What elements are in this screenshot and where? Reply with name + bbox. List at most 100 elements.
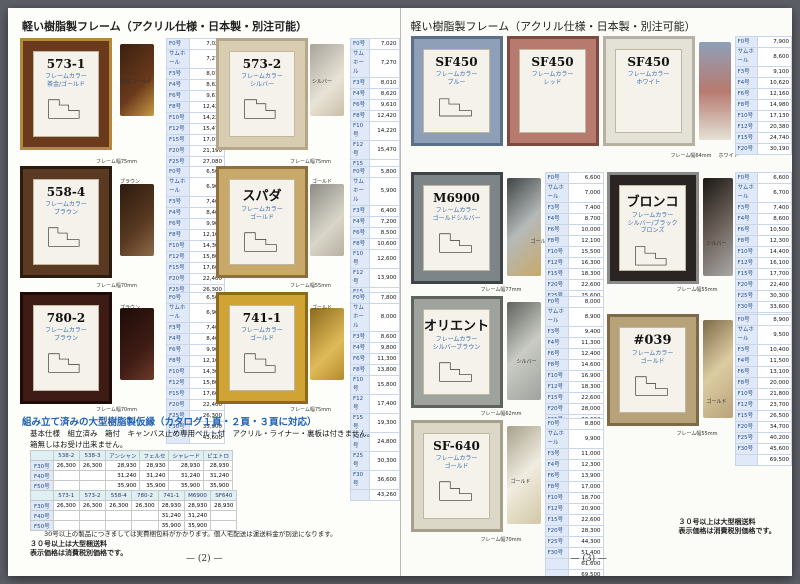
- size-cell: F6号: [544, 224, 569, 236]
- price-row: F10号 18,700: [544, 492, 604, 504]
- product-color: フレームカラー ブルー: [435, 71, 478, 86]
- price-row: F10号 15,500: [544, 246, 604, 258]
- frame-width-caption: フレーム幅77mm: [480, 287, 522, 293]
- frame-741-1: 741-1 フレームカラー ゴールド: [216, 292, 308, 404]
- price-cell: 35,900: [202, 480, 234, 491]
- profile-diagram: [48, 227, 80, 248]
- price-cell: 8,600: [756, 47, 792, 67]
- price-cell: 26,300: [78, 500, 107, 511]
- frame-mat: 573-2 フレームカラー シルバー: [228, 51, 296, 137]
- price-row: F0号 7,800: [350, 292, 400, 304]
- price-row: サムホール 5,900: [350, 177, 400, 206]
- price-table: F0号 7,800 サムホール 8,000 F3号 8,600 F4号 9,800 F6号 11,…: [350, 292, 400, 501]
- price-row: F3号 8,010: [350, 77, 400, 89]
- profile-diagram: [438, 98, 472, 117]
- size-cell: F3号: [544, 326, 569, 338]
- price-cell: 14,400: [756, 246, 792, 258]
- page-number: — (2) —: [186, 554, 223, 564]
- price-cell: 33,600: [756, 301, 792, 313]
- size-cell: F3号: [166, 322, 190, 334]
- price-cell: 10,500: [756, 224, 792, 236]
- price-cell: 26,300: [52, 500, 80, 511]
- size-cell: F4号: [734, 355, 758, 367]
- price-cell: 16,300: [567, 257, 604, 269]
- price-cell: 16,100: [756, 257, 792, 269]
- price-row: F6号 8,500: [350, 227, 400, 239]
- column-header: フェルセ: [139, 450, 170, 461]
- price-row: F12号 17,400: [350, 394, 400, 414]
- size-cell: [544, 569, 569, 576]
- size-cell: F4号: [350, 216, 370, 228]
- size-cell: F10号: [350, 121, 370, 141]
- price-row: F20号 28,300: [544, 525, 604, 537]
- size-cell: F40号: [30, 510, 54, 521]
- column-header: 573-1: [52, 490, 80, 501]
- corner-label: ゴールド: [312, 179, 333, 185]
- size-cell: F15号: [166, 388, 190, 400]
- size-cell: F4号: [544, 213, 569, 225]
- price-cell: 26,500: [756, 410, 792, 422]
- size-cell: サムホール: [350, 177, 370, 206]
- price-row: サムホール 9,900: [544, 429, 604, 449]
- product-color: フレームカラー ゴールド: [435, 455, 478, 470]
- price-cell: 30,190: [756, 143, 792, 155]
- size-cell: F15号: [166, 134, 190, 146]
- frame-mat: 573-1 フレームカラー 茶金/ゴールド: [32, 51, 100, 137]
- size-cell: F15号: [544, 392, 569, 404]
- column-header: 538-2: [52, 450, 80, 461]
- price-row: F10号 21,800: [734, 388, 792, 400]
- price-row: F3号 7,400: [734, 202, 792, 214]
- frame-orient: オリエント フレームカラー シルバーブラウン: [410, 296, 503, 408]
- page-title: 軽い樹脂製フレーム（アクリル仕様・日本製・別注可能）: [22, 20, 308, 33]
- price-cell: 10,620: [756, 77, 792, 89]
- price-row: F3号 10,400: [734, 344, 792, 356]
- size-cell: F30号: [544, 547, 569, 559]
- price-row: F15号 18,300: [544, 268, 604, 280]
- price-cell: 31,240: [183, 510, 212, 521]
- corner-sample: [310, 308, 344, 380]
- size-cell: F20号: [544, 525, 569, 537]
- price-cell: 17,130: [756, 110, 792, 122]
- size-cell: F3号: [734, 344, 758, 356]
- size-cell: [544, 558, 569, 570]
- size-cell: F20号: [544, 279, 569, 291]
- product-color: フレームカラー ホワイト: [627, 71, 670, 86]
- column-header: 538-3: [78, 450, 107, 461]
- size-cell: F25号: [734, 290, 758, 302]
- price-cell: 15,800: [368, 375, 400, 395]
- price-cell: 45,600: [756, 443, 792, 455]
- price-row: F3号 6,400: [350, 205, 400, 217]
- price-row: F30号 45,600: [734, 443, 792, 455]
- size-cell: F12号: [350, 268, 370, 288]
- price-cell: 16,900: [567, 370, 604, 382]
- size-cell: F15号: [734, 132, 758, 144]
- corner-label: ゴールド: [706, 399, 727, 405]
- price-row: F8号 13,800: [350, 364, 400, 376]
- price-cell: 9,610: [368, 99, 400, 111]
- price-cell: 9,400: [567, 326, 604, 338]
- size-cell: F4号: [166, 333, 190, 345]
- size-cell: F0号: [734, 36, 758, 48]
- size-cell: F0号: [734, 314, 758, 326]
- price-cell: 28,930: [139, 460, 170, 471]
- size-cell: F15号: [734, 268, 758, 280]
- size-cell: F25号: [350, 451, 370, 471]
- size-cell: F4号: [166, 79, 190, 91]
- corner-sample: [506, 302, 541, 400]
- size-cell: F25号: [734, 432, 758, 444]
- price-row: F3号 7,400: [544, 202, 604, 214]
- size-cell: F15号: [544, 268, 569, 280]
- size-cell: サムホール: [350, 49, 370, 78]
- price-row: F6号 9,610: [350, 99, 400, 111]
- size-cell: F8号: [350, 110, 370, 122]
- product-color: フレームカラー ブラウン: [45, 327, 87, 342]
- price-row: F8号 14,600: [544, 359, 604, 371]
- frame-width-caption: フレーム幅75mm: [290, 407, 331, 413]
- size-cell: F10号: [166, 240, 190, 252]
- size-cell: F8号: [544, 359, 569, 371]
- price-row: F25号 40,200: [734, 432, 792, 444]
- size-cell: F8号: [166, 229, 190, 241]
- price-row: F12号 13,900: [350, 268, 400, 288]
- price-cell: 7,200: [368, 216, 400, 228]
- price-row: F10号 14,400: [734, 246, 792, 258]
